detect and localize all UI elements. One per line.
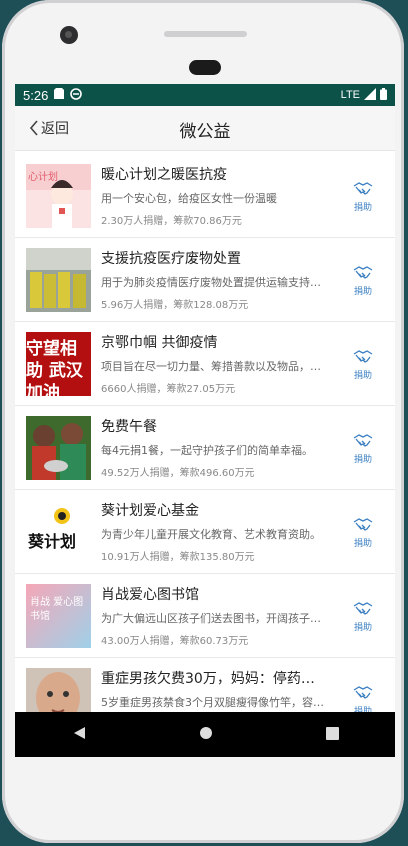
project-stats: 2.30万人捐赠，筹款70.86万元 <box>101 216 242 227</box>
donate-button[interactable]: 捐助 <box>343 264 383 297</box>
system-navigation-bar <box>15 712 395 757</box>
sync-icon <box>70 87 83 103</box>
donate-button[interactable]: 捐助 <box>343 348 383 381</box>
thumbnail-text: 肖战 爱心图书馆 <box>30 597 84 622</box>
donate-label: 捐助 <box>353 203 372 213</box>
project-thumbnail: 肖战 爱心图书馆 <box>26 584 91 648</box>
project-thumbnail <box>26 416 91 480</box>
project-stats: 6660人捐赠，筹款27.05万元 <box>101 384 236 395</box>
donate-button[interactable]: 捐助 <box>343 432 383 465</box>
project-title: 支援抗疫医疗废物处置 <box>101 251 241 267</box>
donate-label: 捐助 <box>353 623 372 633</box>
list-item[interactable]: 心计划 暖心计划之暖医抗疫 用一个安心包，给疫区女性一份温暖 2.30万人捐赠，… <box>15 154 395 238</box>
project-title: 京鄂巾帼 共御疫情 <box>101 335 218 351</box>
donate-label: 捐助 <box>353 371 372 381</box>
handshake-icon <box>353 602 373 615</box>
battery-icon <box>380 87 387 103</box>
earpiece <box>164 31 247 37</box>
list-item[interactable]: 葵计划 葵计划爱心基金 为青少年儿童开展文化教育、艺术教育资助。 10.91万人… <box>15 490 395 574</box>
status-time: 5:26 <box>23 87 49 103</box>
project-stats: 10.91万人捐赠，筹款135.80万元 <box>101 552 255 563</box>
project-thumbnail <box>26 248 91 312</box>
donate-button[interactable]: 捐助 <box>343 180 383 213</box>
project-description: 为青少年儿童开展文化教育、艺术教育资助。 <box>101 528 321 541</box>
project-thumbnail: 心计划 <box>26 164 91 228</box>
network-type: LTE <box>340 89 360 101</box>
list-item[interactable]: 免费午餐 每4元捐1餐，一起守护孩子们的简单幸福。 49.52万人捐赠，筹款49… <box>15 406 395 490</box>
handshake-icon <box>353 686 373 699</box>
donate-label: 捐助 <box>353 287 372 297</box>
list-item[interactable]: 肖战 爱心图书馆 肖战爱心图书馆 为广大偏远山区孩子们送去图书，开阔孩子… 43… <box>15 574 395 658</box>
project-title: 免费午餐 <box>101 419 157 435</box>
thumbnail-text: 心计划 <box>28 172 58 183</box>
sd-card-icon <box>54 88 65 102</box>
project-description: 用于为肺炎疫情医疗废物处置提供运输支持… <box>101 276 321 289</box>
project-description: 项目旨在尽一切力量、筹措善款以及物品，… <box>101 360 321 373</box>
project-thumbnail: 葵计划 <box>26 500 91 564</box>
project-description: 每4元捐1餐，一起守护孩子们的简单幸福。 <box>101 444 313 457</box>
charity-list: 心计划 暖心计划之暖医抗疫 用一个安心包，给疫区女性一份温暖 2.30万人捐赠，… <box>15 154 395 742</box>
project-description: 用一个安心包，给疫区女性一份温暖 <box>101 192 277 205</box>
handshake-icon <box>353 350 373 363</box>
project-stats: 5.96万人捐赠，筹款128.08万元 <box>101 300 249 311</box>
home-circle-icon[interactable] <box>199 725 213 744</box>
back-triangle-icon[interactable] <box>72 725 86 744</box>
donate-button[interactable]: 捐助 <box>343 516 383 549</box>
list-item[interactable]: 支援抗疫医疗废物处置 用于为肺炎疫情医疗废物处置提供运输支持… 5.96万人捐赠… <box>15 238 395 322</box>
donate-label: 捐助 <box>353 455 372 465</box>
thumbnail-text: 葵计划 <box>28 532 77 551</box>
project-thumbnail: 守望相助 武汉加油 <box>26 332 91 396</box>
project-description: 5岁重症男孩禁食3个月双腿瘦得像竹竿，容… <box>101 696 324 709</box>
phone-frame: 5:26 LTE 返回 微公益 心计划 暖心计划之暖医抗疫 用一个安心包，给疫区… <box>2 0 404 843</box>
handshake-icon <box>353 434 373 447</box>
project-title: 肖战爱心图书馆 <box>101 587 199 603</box>
sensor-pill <box>189 60 221 75</box>
thumbnail-text: 守望相助 武汉加油 <box>26 339 83 396</box>
list-item[interactable]: 守望相助 武汉加油 京鄂巾帼 共御疫情 项目旨在尽一切力量、筹措善款以及物品，…… <box>15 322 395 406</box>
handshake-icon <box>353 266 373 279</box>
project-title: 暖心计划之暖医抗疫 <box>101 167 227 183</box>
status-bar: 5:26 LTE <box>15 84 395 106</box>
recents-square-icon[interactable] <box>325 725 339 744</box>
project-title: 重症男孩欠费30万，妈妈：停药… <box>101 671 315 687</box>
screen: 5:26 LTE 返回 微公益 心计划 暖心计划之暖医抗疫 用一个安心包，给疫区… <box>15 84 395 757</box>
project-stats: 43.00万人捐赠，筹款60.73万元 <box>101 636 249 647</box>
handshake-icon <box>353 518 373 531</box>
project-stats: 49.52万人捐赠，筹款496.60万元 <box>101 468 255 479</box>
page-title: 微公益 <box>179 122 231 142</box>
front-camera <box>60 26 78 44</box>
project-title: 葵计划爱心基金 <box>101 503 199 519</box>
project-description: 为广大偏远山区孩子们送去图书，开阔孩子… <box>101 612 321 625</box>
donate-button[interactable]: 捐助 <box>343 600 383 633</box>
signal-icon <box>364 87 376 103</box>
donate-label: 捐助 <box>353 539 372 549</box>
navigation-bar: 返回 微公益 <box>15 106 395 151</box>
handshake-icon <box>353 182 373 195</box>
